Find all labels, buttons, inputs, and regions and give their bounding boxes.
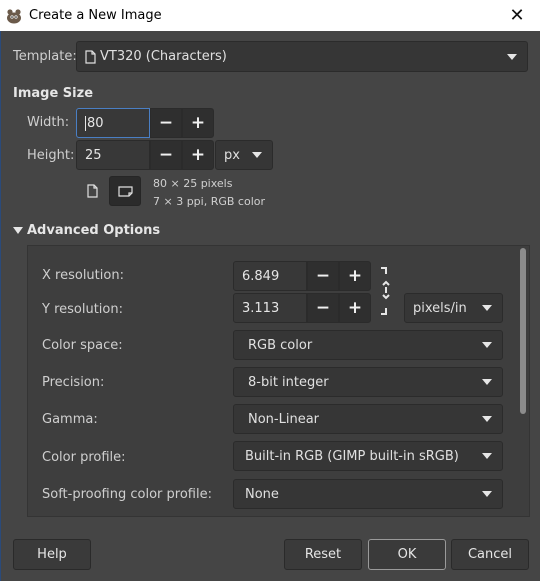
cancel-button[interactable]: Cancel (451, 539, 529, 570)
width-increase-button[interactable]: + (182, 108, 214, 138)
width-label: Width: (27, 115, 70, 130)
reset-button[interactable]: Reset (284, 539, 362, 570)
advanced-options-heading: Advanced Options (27, 223, 161, 238)
color-profile-combo[interactable]: Built-in RGB (GIMP built-in sRGB) (233, 441, 503, 471)
color-space-label: Color space: (42, 338, 123, 353)
height-decrease-button[interactable]: − (150, 140, 182, 170)
window-title: Create a New Image (29, 8, 162, 23)
chevron-down-icon (482, 342, 492, 348)
precision-value: 8-bit integer (248, 374, 329, 390)
height-increase-button[interactable]: + (182, 140, 214, 170)
unit-value: px (224, 147, 240, 163)
unit-combo[interactable]: px (215, 140, 273, 170)
color-space-combo[interactable]: RGB color (233, 330, 503, 360)
close-icon[interactable]: ✕ (494, 0, 540, 31)
height-spinner: 25 − + (76, 140, 214, 170)
triangle-down-icon (13, 227, 23, 234)
color-space-value: RGB color (248, 337, 313, 353)
chevron-down-icon (482, 416, 492, 422)
x-resolution-value: 6.849 (242, 268, 280, 284)
width-value: 80 (87, 115, 104, 131)
x-resolution-increase-button[interactable]: + (339, 261, 371, 291)
chevron-down-icon (507, 53, 517, 60)
soft-proofing-label: Soft-proofing color profile: (42, 487, 212, 502)
x-resolution-input[interactable]: 6.849 (233, 261, 307, 291)
advanced-options-expander[interactable]: Advanced Options (13, 223, 160, 238)
portrait-button[interactable] (76, 176, 108, 206)
size-info-resolution: 7 × 3 ppi, RGB color (153, 195, 266, 208)
width-spinner: 80 − + (76, 108, 214, 138)
x-resolution-spinner: 6.849 − + (233, 261, 371, 291)
resolution-unit-combo[interactable]: pixels/in (404, 293, 503, 323)
text-caret (85, 115, 86, 131)
help-button[interactable]: Help (13, 539, 91, 570)
precision-label: Precision: (42, 375, 105, 390)
height-value: 25 (85, 147, 102, 163)
x-resolution-label: X resolution: (42, 268, 124, 283)
template-combo[interactable]: VT320 (Characters) (76, 41, 528, 72)
template-value: VT320 (Characters) (100, 49, 227, 64)
chevron-down-icon (482, 379, 492, 385)
chevron-down-icon (482, 453, 492, 459)
soft-proofing-value: None (245, 486, 279, 502)
width-input[interactable]: 80 (76, 108, 150, 138)
y-resolution-value: 3.113 (242, 300, 280, 316)
landscape-icon (117, 185, 133, 197)
chevron-down-icon (482, 491, 492, 497)
y-resolution-input[interactable]: 3.113 (233, 293, 307, 323)
size-info-pixels: 80 × 25 pixels (153, 177, 233, 190)
color-profile-value: Built-in RGB (GIMP built-in sRGB) (245, 448, 459, 464)
landscape-button[interactable] (109, 176, 141, 206)
window-border (0, 31, 1, 581)
gamma-value: Non-Linear (248, 411, 320, 427)
document-icon (85, 49, 96, 64)
template-label: Template: (13, 49, 77, 64)
y-resolution-increase-button[interactable]: + (339, 293, 371, 323)
portrait-icon (86, 184, 98, 198)
chevron-down-icon (252, 152, 262, 158)
color-profile-label: Color profile: (42, 450, 126, 465)
y-resolution-spinner: 3.113 − + (233, 293, 371, 323)
precision-combo[interactable]: 8-bit integer (233, 367, 503, 397)
gamma-label: Gamma: (42, 412, 98, 427)
soft-proofing-combo[interactable]: None (233, 479, 503, 509)
image-size-heading: Image Size (13, 86, 94, 101)
resolution-unit-value: pixels/in (413, 300, 467, 316)
scrollbar[interactable] (520, 248, 526, 414)
chevron-down-icon (482, 305, 492, 311)
gamma-combo[interactable]: Non-Linear (233, 404, 503, 434)
height-input[interactable]: 25 (76, 140, 150, 170)
gimp-icon (5, 8, 23, 24)
title-bar: Create a New Image ✕ (0, 0, 540, 31)
y-resolution-label: Y resolution: (42, 302, 123, 317)
height-label: Height: (27, 148, 75, 163)
chain-link-icon[interactable] (378, 265, 394, 317)
x-resolution-decrease-button[interactable]: − (307, 261, 339, 291)
ok-button[interactable]: OK (368, 539, 446, 570)
width-decrease-button[interactable]: − (150, 108, 182, 138)
y-resolution-decrease-button[interactable]: − (307, 293, 339, 323)
